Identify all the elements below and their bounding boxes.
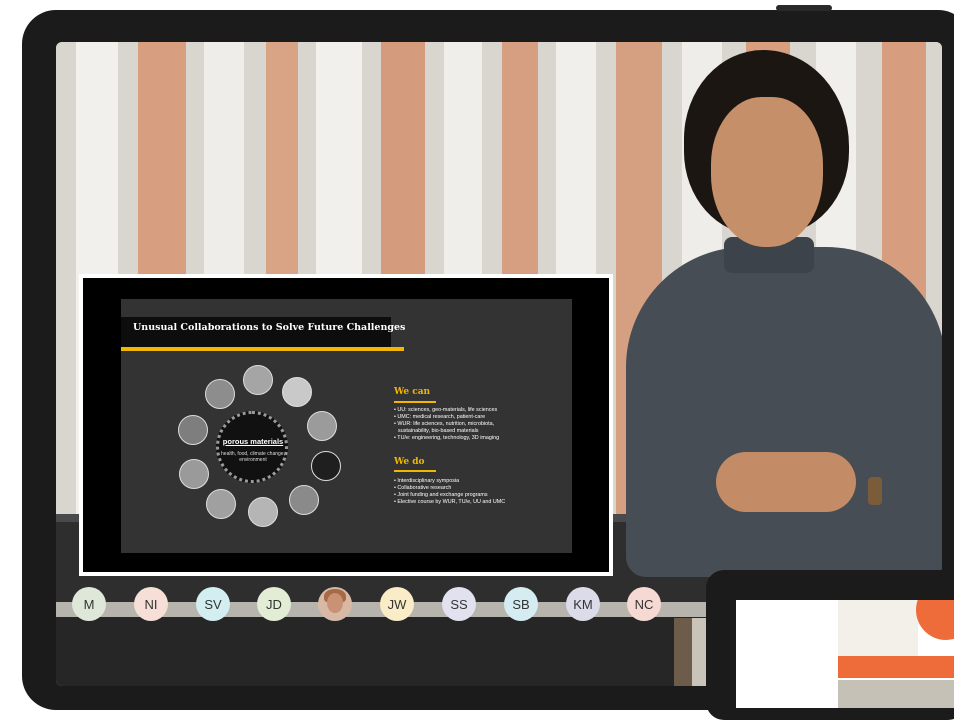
- photo-thumbnail: [838, 680, 954, 708]
- material-image: [178, 415, 208, 445]
- avatar-initials: NC: [634, 596, 654, 612]
- participant-avatar[interactable]: SB: [504, 587, 538, 621]
- hub-title: porous materials: [222, 437, 284, 446]
- we-do-heading: We do: [394, 457, 425, 467]
- participant-avatar[interactable]: M: [72, 587, 106, 621]
- participant-avatar[interactable]: NC: [627, 587, 661, 621]
- participant-photo-avatar[interactable]: [318, 587, 352, 621]
- porous-materials-hub: [216, 411, 288, 483]
- avatar-initials: JD: [266, 596, 282, 612]
- avatar-initials: M: [83, 596, 95, 612]
- list-item: • Interdisciplinary symposia: [394, 478, 460, 484]
- presentation-slide: Unusual Collaborations to Solve Future C…: [121, 299, 572, 553]
- list-item: • Elective course by WUR, TU/e, UU and U…: [394, 499, 506, 505]
- list-item: • UMC: medical research, patient-care: [394, 414, 486, 420]
- participant-avatar[interactable]: KM: [566, 587, 600, 621]
- material-image: [179, 459, 209, 489]
- avatar-initials: SV: [204, 596, 222, 612]
- participant-avatar[interactable]: SV: [196, 587, 230, 621]
- list-item: • TU/e: engineering, technology, 3D imag…: [394, 435, 500, 441]
- we-can-underline: [394, 401, 436, 403]
- slide-title-underline: [121, 347, 404, 351]
- hub-subtitle: health, food, climate change, environmen…: [221, 451, 285, 463]
- list-item: • Joint funding and exchange programs: [394, 492, 488, 498]
- list-item: sustainability, bio-based materials: [398, 428, 479, 434]
- we-do-underline: [394, 470, 436, 472]
- list-item: • Collaborative research: [394, 485, 452, 491]
- avatar-initials: KM: [573, 596, 593, 612]
- participant-avatar[interactable]: SS: [442, 587, 476, 621]
- second-device-screen: [736, 600, 954, 708]
- list-item: • UU: sciences, geo-materials, life scie…: [394, 407, 498, 413]
- participant-avatar[interactable]: JW: [380, 587, 414, 621]
- decorative-circle: [916, 600, 954, 640]
- material-image: [206, 489, 236, 519]
- slide-title: Unusual Collaborations to Solve Future C…: [133, 322, 406, 333]
- we-do-list: • Interdisciplinary symposia • Collabora…: [394, 478, 505, 506]
- avatar-initials: SB: [512, 596, 530, 612]
- material-image: [282, 377, 312, 407]
- avatar-initials: NI: [144, 596, 158, 612]
- we-can-heading: We can: [394, 387, 431, 397]
- list-item: • WUR: life sciences, nutrition, microbi…: [394, 421, 495, 427]
- material-image: [248, 497, 278, 527]
- we-can-list: • UU: sciences, geo-materials, life scie…: [394, 407, 499, 442]
- material-image: [307, 411, 337, 441]
- material-image: [243, 365, 273, 395]
- device-power-button: [776, 5, 832, 11]
- material-image: [205, 379, 235, 409]
- avatar-initials: JW: [387, 596, 407, 612]
- participant-avatar[interactable]: JD: [257, 587, 291, 621]
- material-image: [289, 485, 319, 515]
- material-image: [311, 451, 341, 481]
- avatar-initials: SS: [450, 596, 468, 612]
- presenter-video: [606, 42, 942, 602]
- participant-avatar[interactable]: NI: [134, 587, 168, 621]
- orange-banner: [838, 656, 954, 678]
